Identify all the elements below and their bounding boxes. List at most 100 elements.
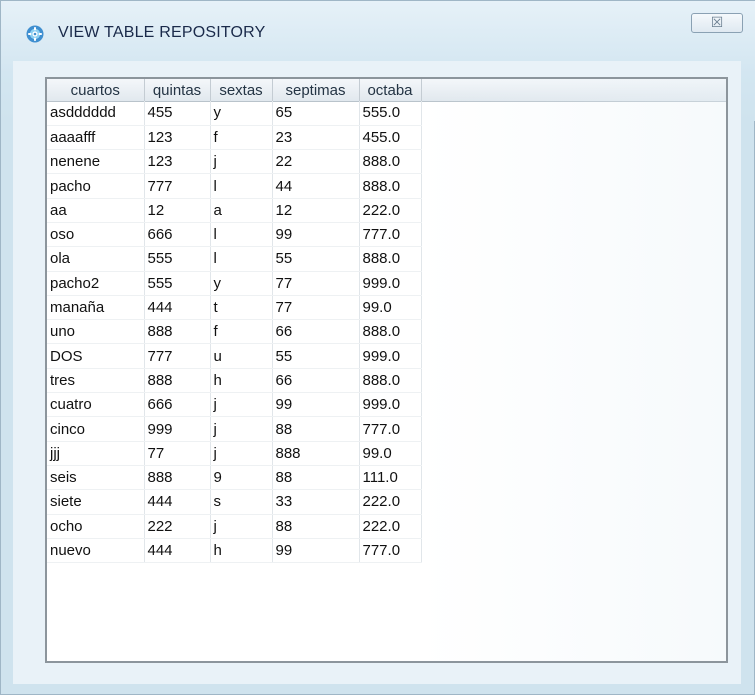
table-cell-octaba[interactable]: 888.0 [359, 368, 422, 394]
table-cell-sextas[interactable]: s [210, 489, 273, 515]
table-cell-octaba[interactable]: 777.0 [359, 416, 422, 442]
table-cell-septimas[interactable]: 77 [272, 271, 360, 296]
table-row[interactable]: nuevo 444 h 99 777.0 [47, 538, 422, 564]
table-cell-septimas[interactable]: 888 [272, 441, 360, 466]
table-cell-septimas[interactable]: 88 [272, 416, 360, 442]
table-cell-octaba[interactable]: 455.0 [359, 125, 422, 151]
title-bar[interactable]: VIEW TABLE REPOSITORY ☒ [1, 1, 755, 57]
table-cell-quintas[interactable]: 666 [144, 392, 211, 418]
table-cell-octaba[interactable]: 888.0 [359, 319, 422, 345]
table-cell-septimas[interactable]: 99 [272, 392, 360, 418]
table-cell-sextas[interactable]: j [210, 149, 273, 175]
table-cell-septimas[interactable]: 22 [272, 149, 360, 175]
table-cell-sextas[interactable]: l [210, 246, 273, 272]
table-cell-quintas[interactable]: 888 [144, 319, 211, 345]
table-cell-cuartos[interactable]: uno [47, 319, 145, 345]
table-row[interactable]: seis 888 9 88 111.0 [47, 465, 422, 491]
table-row[interactable]: cinco 999 j 88 777.0 [47, 416, 422, 442]
table-cell-octaba[interactable]: 777.0 [359, 538, 422, 564]
table-row[interactable]: DOS 777 u 55 999.0 [47, 343, 422, 369]
table-cell-cuartos[interactable]: aaaafff [47, 125, 145, 151]
table-cell-septimas[interactable]: 66 [272, 368, 360, 394]
table-cell-septimas[interactable]: 66 [272, 319, 360, 345]
table-cell-quintas[interactable]: 555 [144, 246, 211, 272]
table-cell-cuartos[interactable]: DOS [47, 343, 145, 369]
table-cell-octaba[interactable]: 777.0 [359, 222, 422, 248]
table-cell-septimas[interactable]: 44 [272, 173, 360, 199]
table-cell-sextas[interactable]: u [210, 343, 273, 369]
table-cell-octaba[interactable]: 111.0 [359, 465, 422, 491]
table-cell-septimas[interactable]: 12 [272, 198, 360, 223]
table-cell-cuartos[interactable]: cuatro [47, 392, 145, 418]
column-header-octaba[interactable]: octaba [359, 79, 422, 101]
table-cell-quintas[interactable]: 888 [144, 368, 211, 394]
table-cell-cuartos[interactable]: seis [47, 465, 145, 491]
table-row[interactable]: asdddddd 455 y 65 555.0 [47, 101, 422, 126]
table-cell-octaba[interactable]: 999.0 [359, 271, 422, 296]
table-cell-octaba[interactable]: 888.0 [359, 246, 422, 272]
table-cell-septimas[interactable]: 23 [272, 125, 360, 151]
table-row[interactable]: uno 888 f 66 888.0 [47, 319, 422, 345]
table-cell-sextas[interactable]: a [210, 198, 273, 223]
table-row[interactable]: tres 888 h 66 888.0 [47, 368, 422, 394]
close-button[interactable]: ☒ [691, 13, 743, 33]
table-cell-sextas[interactable]: 9 [210, 465, 273, 491]
table-cell-quintas[interactable]: 777 [144, 343, 211, 369]
table-cell-septimas[interactable]: 77 [272, 295, 360, 321]
table-cell-quintas[interactable]: 999 [144, 416, 211, 442]
table-cell-cuartos[interactable]: cinco [47, 416, 145, 442]
table-cell-sextas[interactable]: f [210, 125, 273, 151]
table-row[interactable]: oso 666 l 99 777.0 [47, 222, 422, 248]
table-cell-cuartos[interactable]: ocho [47, 514, 145, 539]
table-cell-quintas[interactable]: 444 [144, 489, 211, 515]
table-cell-quintas[interactable]: 777 [144, 173, 211, 199]
table-row[interactable]: jjj 77 j 888 99.0 [47, 441, 422, 466]
table-row[interactable]: pacho 777 l 44 888.0 [47, 173, 422, 199]
table-cell-octaba[interactable]: 99.0 [359, 441, 422, 466]
table-cell-octaba[interactable]: 888.0 [359, 173, 422, 199]
table-cell-octaba[interactable]: 99.0 [359, 295, 422, 321]
table-cell-septimas[interactable]: 88 [272, 465, 360, 491]
repository-table[interactable]: cuartos quintas sextas septimas octaba asddd… [47, 79, 422, 564]
table-cell-quintas[interactable]: 555 [144, 271, 211, 296]
table-cell-sextas[interactable]: f [210, 319, 273, 345]
table-row[interactable]: ocho 222 j 88 222.0 [47, 514, 422, 539]
table-row[interactable]: manaña 444 t 77 99.0 [47, 295, 422, 321]
table-cell-septimas[interactable]: 99 [272, 222, 360, 248]
table-cell-cuartos[interactable]: tres [47, 368, 145, 394]
table-cell-quintas[interactable]: 888 [144, 465, 211, 491]
table-cell-cuartos[interactable]: nuevo [47, 538, 145, 564]
table-cell-octaba[interactable]: 222.0 [359, 489, 422, 515]
table-cell-sextas[interactable]: l [210, 222, 273, 248]
column-header-septimas[interactable]: septimas [272, 79, 360, 101]
table-cell-sextas[interactable]: j [210, 392, 273, 418]
table-cell-cuartos[interactable]: jjj [47, 441, 145, 466]
table-cell-sextas[interactable]: j [210, 416, 273, 442]
table-cell-quintas[interactable]: 444 [144, 295, 211, 321]
table-row[interactable]: pacho2 555 y 77 999.0 [47, 271, 422, 296]
table-cell-cuartos[interactable]: pacho [47, 173, 145, 199]
table-cell-septimas[interactable]: 55 [272, 343, 360, 369]
table-cell-quintas[interactable]: 123 [144, 149, 211, 175]
table-cell-sextas[interactable]: h [210, 538, 273, 564]
table-row[interactable]: aa 12 a 12 222.0 [47, 198, 422, 223]
table-cell-cuartos[interactable]: asdddddd [47, 101, 145, 126]
table-cell-septimas[interactable]: 65 [272, 101, 360, 126]
table-cell-quintas[interactable]: 12 [144, 198, 211, 223]
table-cell-cuartos[interactable]: pacho2 [47, 271, 145, 296]
table-cell-octaba[interactable]: 999.0 [359, 343, 422, 369]
table-scroll-pane[interactable]: cuartos quintas sextas septimas octaba asddd… [45, 77, 728, 663]
table-cell-sextas[interactable]: j [210, 514, 273, 539]
table-cell-octaba[interactable]: 999.0 [359, 392, 422, 418]
column-header-quintas[interactable]: quintas [144, 79, 211, 101]
table-cell-quintas[interactable]: 444 [144, 538, 211, 564]
table-cell-sextas[interactable]: l [210, 173, 273, 199]
table-cell-septimas[interactable]: 55 [272, 246, 360, 272]
table-cell-cuartos[interactable]: oso [47, 222, 145, 248]
table-cell-septimas[interactable]: 33 [272, 489, 360, 515]
table-cell-octaba[interactable]: 888.0 [359, 149, 422, 175]
table-cell-septimas[interactable]: 88 [272, 514, 360, 539]
table-cell-sextas[interactable]: h [210, 368, 273, 394]
table-row[interactable]: aaaafff 123 f 23 455.0 [47, 125, 422, 151]
table-cell-quintas[interactable]: 123 [144, 125, 211, 151]
